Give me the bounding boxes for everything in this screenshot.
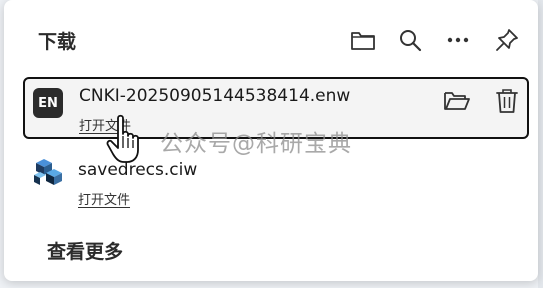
see-more-link[interactable]: 查看更多 xyxy=(47,237,123,264)
search-icon xyxy=(400,30,422,52)
background-right-edge xyxy=(538,0,543,288)
open-downloads-folder-button[interactable] xyxy=(347,24,379,56)
search-downloads-button[interactable] xyxy=(394,24,426,56)
pin-panel-button[interactable] xyxy=(491,24,523,56)
watermark-text: 公众号@科研宝典 xyxy=(160,131,352,157)
panel-title: 下载 xyxy=(38,31,77,53)
download-filename: CNKI-20250905144538414.enw xyxy=(79,86,351,106)
hand-cursor-icon xyxy=(106,114,139,163)
downloads-panel: 下载 EN CNKI-20250905144538414.enw 打开文件 sa… xyxy=(4,0,538,281)
open-file-link[interactable]: 打开文件 xyxy=(78,189,130,208)
ciw-file-icon xyxy=(32,157,64,189)
more-options-button[interactable] xyxy=(442,24,474,56)
more-options-icon xyxy=(447,37,469,43)
delete-download-button[interactable] xyxy=(491,85,523,117)
folder-icon xyxy=(351,32,375,50)
pin-icon xyxy=(496,29,518,51)
open-folder-icon xyxy=(444,92,470,110)
delete-icon xyxy=(496,89,518,113)
enw-file-icon: EN xyxy=(33,88,63,118)
show-in-folder-button[interactable] xyxy=(441,85,473,117)
